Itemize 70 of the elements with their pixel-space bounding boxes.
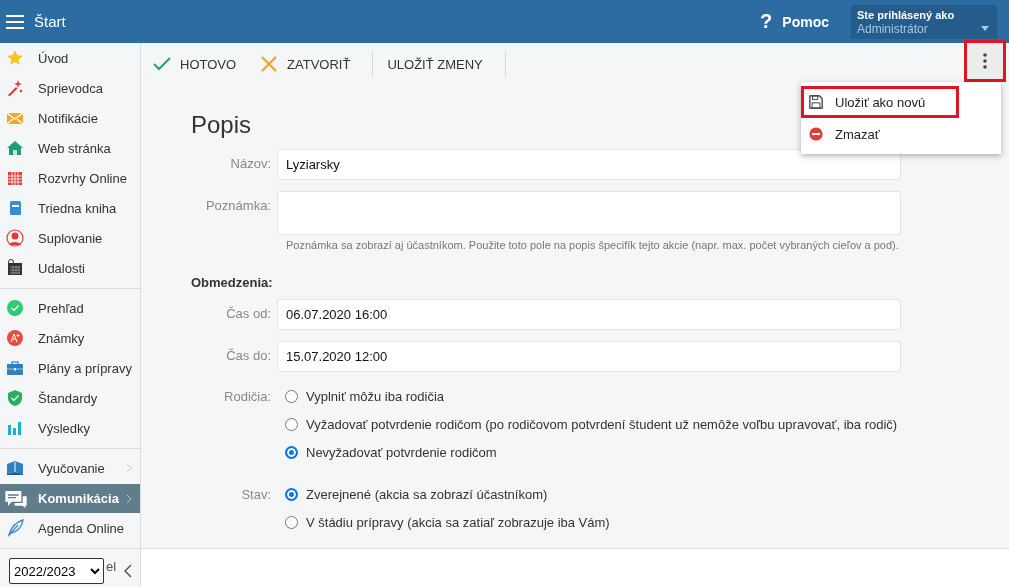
input-field[interactable]: Lyziarsky: [277, 149, 901, 180]
minus-circle-icon: [809, 127, 823, 141]
toolbar-button[interactable]: ULOŽIŤ ZMENY: [385, 49, 485, 79]
field-label: Názov:: [229, 155, 271, 171]
sidebar-item[interactable]: Triedna kniha: [0, 193, 140, 223]
field-label: Poznámka:: [204, 197, 271, 213]
star-icon: [6, 49, 24, 67]
sidebar-item[interactable]: Štandardy: [0, 383, 140, 413]
grade-icon: [6, 329, 24, 347]
sidebar-item[interactable]: Komunikácia: [0, 484, 140, 513]
radio-label: Vyplniť môžu iba rodičia: [306, 388, 445, 404]
caret-icon: [981, 25, 989, 31]
sidebar-item[interactable]: Rozvrhy Online: [0, 163, 140, 193]
section-heading: Obmedzenia:: [191, 275, 274, 290]
book-icon: [6, 459, 24, 477]
sidebar-item[interactable]: Známky: [0, 323, 140, 353]
sidebar-item[interactable]: Web stránka: [0, 133, 140, 163]
app-title[interactable]: Štart: [34, 13, 66, 30]
feather-icon: [6, 519, 24, 537]
house-icon: [6, 139, 24, 157]
radio-label: Vyžadovať potvrdenie rodičom (po rodičovom potvrdení študent už nemôže voľbu upravovať, iba rodič): [306, 416, 898, 432]
collapse-chevron-icon[interactable]: [124, 564, 133, 578]
field-label: Čas do:: [225, 347, 271, 363]
shield-icon: [6, 389, 24, 407]
calendar-grid-icon: [6, 169, 24, 187]
radio-label: V štádiu prípravy (akcia sa zatiaľ zobrazuje iba Vám): [306, 514, 610, 530]
radio-label: Zverejnené (akcia sa zobrazí účastníkom): [306, 486, 548, 502]
sidebar-item[interactable]: Vyučovanie: [0, 453, 140, 483]
toolbar-button[interactable]: ZATVORIŤ: [258, 49, 353, 79]
radio-button[interactable]: [285, 487, 298, 501]
section-title: Popis: [191, 111, 252, 139]
sidebar-item[interactable]: Agenda Online: [0, 513, 140, 543]
menu-item[interactable]: Zmazať: [801, 118, 1001, 150]
sidebar-item[interactable]: Plány a prípravy: [0, 353, 140, 383]
menu-icon[interactable]: [6, 13, 24, 30]
bar-chart-icon: [6, 419, 24, 437]
sidebar-item[interactable]: Úvod: [0, 43, 140, 73]
more-button[interactable]: [964, 40, 1006, 82]
magic-wand-icon: [6, 79, 24, 97]
input-field[interactable]: 06.07.2020 16:00: [277, 299, 901, 330]
year-select[interactable]: 2022/2023: [9, 558, 104, 584]
sidebar-item[interactable]: Prehľad: [0, 293, 140, 323]
radio-button[interactable]: [285, 445, 298, 459]
check-icon: [153, 55, 171, 73]
help-link[interactable]: Pomoc: [782, 13, 829, 30]
sidebar-item[interactable]: Notifikácie: [0, 103, 140, 133]
check-circle-icon: [6, 299, 24, 317]
toolbar-button[interactable]: HOTOVO: [151, 49, 239, 79]
menu-item[interactable]: Uložiť ako novú: [801, 86, 959, 118]
radio-button[interactable]: [285, 417, 298, 431]
sidebar-item[interactable]: Výsledky: [0, 413, 140, 443]
field-label: Stav:: [240, 486, 271, 502]
help-mark[interactable]: ?: [760, 10, 773, 33]
radio-label: Nevyžadovať potvrdenie rodičom: [306, 444, 497, 460]
kebab-icon: [983, 53, 987, 69]
close-icon: [260, 55, 279, 73]
sidebar-item[interactable]: Sprievodca: [0, 73, 140, 103]
person-icon: [6, 229, 24, 247]
user-dropdown[interactable]: Ste prihlásený ako Administrátor: [851, 4, 997, 39]
radio-button[interactable]: [285, 515, 298, 529]
sidebar-item[interactable]: Suplovanie: [0, 223, 140, 253]
sidebar-item-fragment: el: [106, 559, 117, 574]
briefcase-icon: [6, 359, 24, 377]
radio-button[interactable]: [285, 389, 298, 403]
calendar-icon: [6, 259, 24, 277]
field-hint: Poznámka sa zobrazí aj účastníkom. Použite toto pole na popis špecifík tejto akcie (napr. max. počet vybraných cieľov a pod).: [286, 239, 900, 251]
sidebar-item[interactable]: Udalosti: [0, 253, 140, 283]
field-label: Čas od:: [225, 305, 271, 321]
field-label: Rodičia:: [223, 388, 271, 404]
input-field[interactable]: 15.07.2020 12:00: [277, 341, 901, 372]
